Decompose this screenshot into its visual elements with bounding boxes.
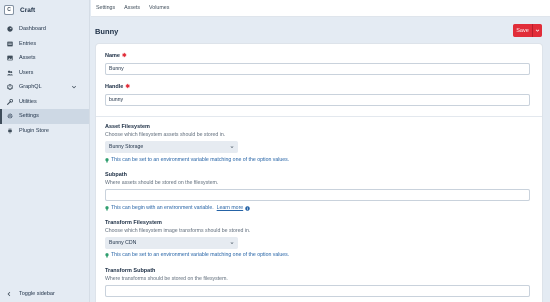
save-menu-button[interactable] [532, 24, 542, 37]
dashboard-icon [7, 26, 13, 32]
transform-filesystem-hint: This can be set to an environment variab… [105, 252, 289, 258]
chevron-down-icon [535, 29, 540, 32]
toggle-sidebar-label: Toggle sidebar [19, 291, 55, 297]
required-indicator: ✱ [125, 84, 130, 90]
save-button[interactable]: Save [513, 24, 532, 37]
gear-icon [7, 113, 13, 119]
sidebar-item-utilities[interactable]: Utilities [0, 95, 89, 110]
subpath-field[interactable] [105, 189, 530, 201]
subpath-label: Subpath [105, 172, 127, 178]
wrench-icon [7, 98, 13, 105]
site-name: Craft [20, 6, 36, 14]
breadcrumb-item[interactable]: Assets [124, 5, 140, 11]
asset-filesystem-label: Asset Filesystem [105, 124, 150, 130]
volume-settings-form: Name ✱ Bunny Handle ✱ bunny Asset Filesyst… [96, 44, 542, 302]
transform-filesystem-instructions: Choose which filesystem image transforms… [105, 228, 251, 234]
sidebar-item-label: Dashboard [19, 26, 46, 33]
asset-filesystem-instructions: Choose which filesystem assets should be… [105, 132, 226, 138]
sidebar-item-plugin-store[interactable]: Plugin Store [0, 124, 89, 139]
sidebar-item-users[interactable]: Users [0, 66, 89, 81]
image-icon [7, 55, 13, 61]
sidebar-nav: Dashboard Entries Assets Users GraphQL U… [0, 22, 89, 138]
info-icon [245, 205, 250, 211]
asset-filesystem-select[interactable]: Bunny Storage [105, 141, 238, 153]
transform-filesystem-value: Bunny CDN [109, 240, 137, 246]
plug-icon [7, 128, 13, 134]
chevron-down-icon [230, 146, 234, 149]
asset-filesystem-value: Bunny Storage [109, 144, 144, 150]
site-logo: C [4, 5, 14, 15]
transform-subpath-label: Transform Subpath [105, 268, 156, 274]
sidebar-item-label: Utilities [19, 98, 37, 105]
transform-filesystem-select[interactable]: Bunny CDN [105, 237, 238, 249]
chevron-down-icon [230, 242, 234, 245]
sidebar-item-label: Assets [19, 55, 36, 62]
learn-more-link[interactable]: Learn more [217, 205, 244, 211]
transform-subpath-field[interactable] [105, 285, 530, 297]
chevron-left-icon [6, 291, 12, 297]
lightbulb-icon [105, 205, 109, 211]
sidebar-item-label: Plugin Store [19, 127, 49, 134]
sidebar-item-graphql[interactable]: GraphQL [0, 80, 89, 95]
sidebar-item-assets[interactable]: Assets [0, 51, 89, 66]
save-button-group: Save [513, 24, 542, 37]
sidebar-item-label: Users [19, 69, 34, 76]
subpath-instructions: Where assets should be stored on the fil… [105, 180, 219, 186]
subpath-hint: This can begin with an environment varia… [105, 205, 250, 211]
sidebar-item-settings[interactable]: Settings [0, 109, 89, 124]
asset-filesystem-hint: This can be set to an environment variab… [105, 157, 289, 163]
sidebar-item-entries[interactable]: Entries [0, 37, 89, 52]
sidebar-item-label: GraphQL [19, 84, 42, 91]
sidebar-item-label: Entries [19, 40, 37, 47]
breadcrumb: Settings Assets Volumes [91, 0, 550, 17]
handle-field[interactable]: bunny [105, 94, 530, 106]
breadcrumb-item[interactable]: Volumes [149, 5, 169, 11]
chevron-down-icon[interactable] [71, 84, 77, 90]
brand[interactable]: C Craft [0, 0, 89, 20]
users-icon [7, 70, 13, 76]
sidebar: C Craft Dashboard Entries Assets Users G… [0, 0, 90, 302]
entries-icon [7, 41, 13, 47]
toggle-sidebar-button[interactable]: Toggle sidebar [0, 286, 90, 302]
graphql-icon [7, 84, 13, 91]
sidebar-item-label: Settings [19, 113, 39, 120]
page-title: Bunny [95, 27, 119, 36]
lightbulb-icon [105, 157, 109, 163]
required-indicator: ✱ [121, 53, 127, 59]
name-field[interactable]: Bunny [105, 63, 530, 75]
transform-subpath-instructions: Where transforms should be stored on the… [105, 276, 228, 282]
sidebar-item-dashboard[interactable]: Dashboard [0, 22, 89, 37]
breadcrumb-item[interactable]: Settings [96, 5, 115, 11]
transform-filesystem-label: Transform Filesystem [105, 220, 162, 226]
name-label: Name ✱ [105, 53, 127, 59]
section-divider [96, 116, 542, 117]
handle-label: Handle ✱ [105, 84, 130, 90]
lightbulb-icon [105, 252, 109, 258]
